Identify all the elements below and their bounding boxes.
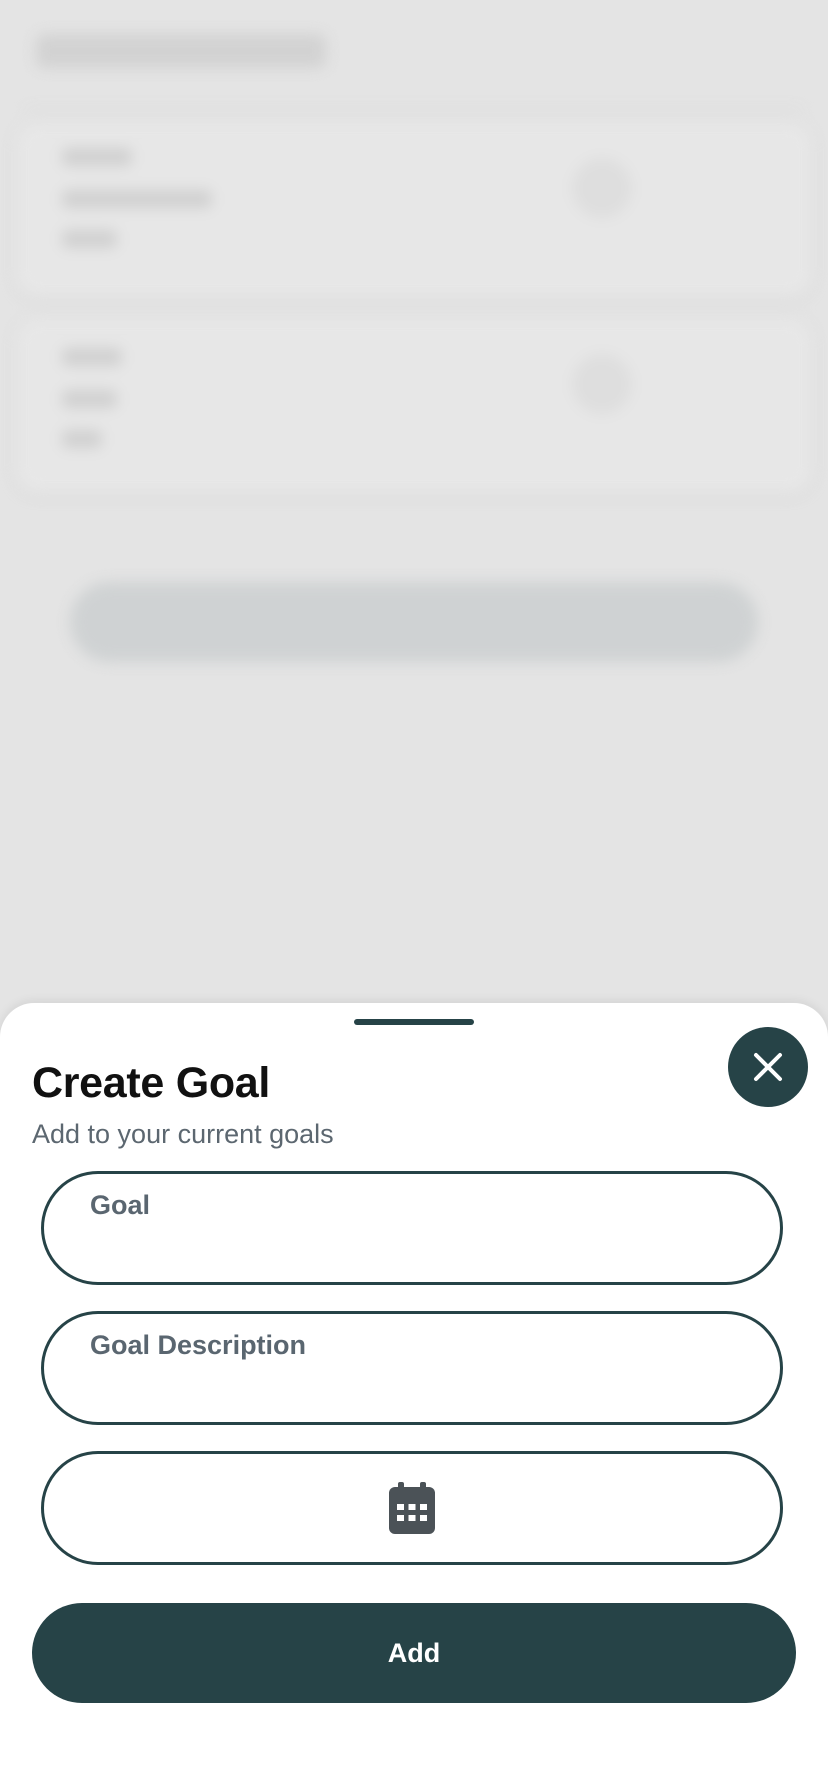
background-avatar xyxy=(572,354,632,414)
goal-description-field[interactable]: Goal Description xyxy=(41,1311,783,1425)
background-text-line xyxy=(62,148,132,166)
background-text-line xyxy=(62,430,102,448)
create-goal-sheet: Create Goal Add to your current goals Go… xyxy=(0,1003,828,1792)
background-title-placeholder xyxy=(36,34,326,68)
background-text-line xyxy=(62,390,117,408)
goal-field[interactable]: Goal xyxy=(41,1171,783,1285)
background-content xyxy=(0,0,828,1010)
sheet-subtitle: Add to your current goals xyxy=(32,1119,334,1149)
background-text-line xyxy=(62,230,117,248)
background-avatar xyxy=(572,158,632,218)
drag-handle[interactable] xyxy=(354,1019,474,1025)
background-goal-card xyxy=(16,318,812,493)
goal-field-label: Goal xyxy=(90,1190,151,1220)
goal-description-input[interactable] xyxy=(90,1372,734,1406)
background-goal-card xyxy=(16,122,812,297)
background-text-line xyxy=(62,348,122,366)
date-picker-field[interactable] xyxy=(41,1451,783,1565)
goal-description-field-label: Goal Description xyxy=(90,1330,307,1360)
close-button[interactable] xyxy=(728,1027,808,1107)
background-text-line xyxy=(62,190,212,208)
background-divider xyxy=(24,108,804,110)
close-icon xyxy=(751,1050,785,1084)
background-button xyxy=(70,582,758,662)
sheet-title: Create Goal xyxy=(32,1059,271,1107)
goal-input[interactable] xyxy=(90,1232,734,1266)
blurred-background-screen xyxy=(0,0,828,1010)
add-button[interactable]: Add xyxy=(32,1603,796,1703)
calendar-icon xyxy=(388,1481,436,1535)
